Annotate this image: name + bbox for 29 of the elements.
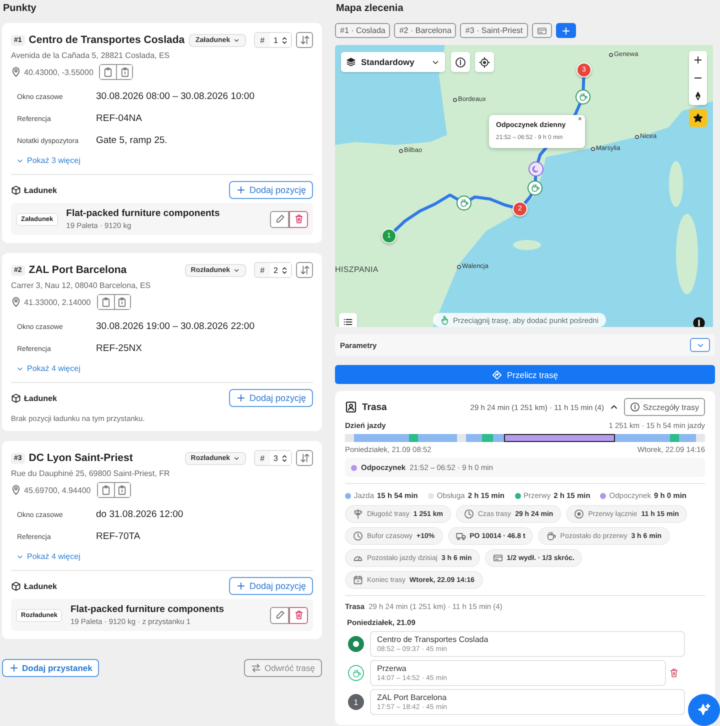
cargo-title: Ładunek (24, 186, 57, 194)
stop-coordinates: 41.33000, 2.14000 (24, 298, 91, 306)
field-value: REF-70TA (96, 531, 140, 542)
route-title: Trasa (362, 402, 388, 412)
field-value: REF-25NX (96, 343, 142, 354)
stop-name: Centro de Transportes Coslada (28, 34, 186, 46)
field-value: 30.08.2026 08:00 – 30.08.2026 10:00 (96, 91, 254, 102)
cargo-name: Flat-packed furniture components (70, 604, 226, 615)
entry-name: ZAL Port Barcelona (377, 693, 448, 702)
stop-coordinates: 45.69700, 4.94400 (24, 486, 91, 494)
cargo-name: Flat-packed furniture components (66, 208, 221, 219)
entry-name: Centro de Transportes Coslada (377, 635, 490, 644)
stop-address: Avenida de la Cañada 5, 28821 Coslada, ES (11, 51, 171, 60)
entry-name: Przerwa (377, 664, 408, 673)
field-value: 30.08.2026 19:00 – 30.08.2026 22:00 (96, 321, 254, 332)
stop-marker: 1 (348, 694, 364, 710)
cargo-title: Ładunek (24, 582, 57, 590)
stop-name: DC Lyon Saint-Priest (28, 452, 134, 464)
field-value: Gate 5, ramp 25. (96, 135, 168, 146)
cargo-title: Ładunek (24, 394, 57, 402)
stop-address: Rue du Dauphiné 25, 69800 Saint-Priest, FR (11, 469, 171, 478)
stop-address: Carrer 3, Nau 12, 08040 Barcelona, ES (11, 281, 152, 290)
country-label: HISZPANIA (335, 265, 378, 274)
stop-coordinates: 40.43000, -3.55000 (24, 68, 94, 76)
stop-name: ZAL Port Barcelona (28, 264, 128, 276)
panel-title: Punkty (3, 3, 38, 15)
field-value: do 31.08.2026 12:00 (96, 509, 184, 520)
panel-title: Mapa zlecenia (336, 3, 404, 15)
field-value: REF-04NA (96, 113, 142, 124)
